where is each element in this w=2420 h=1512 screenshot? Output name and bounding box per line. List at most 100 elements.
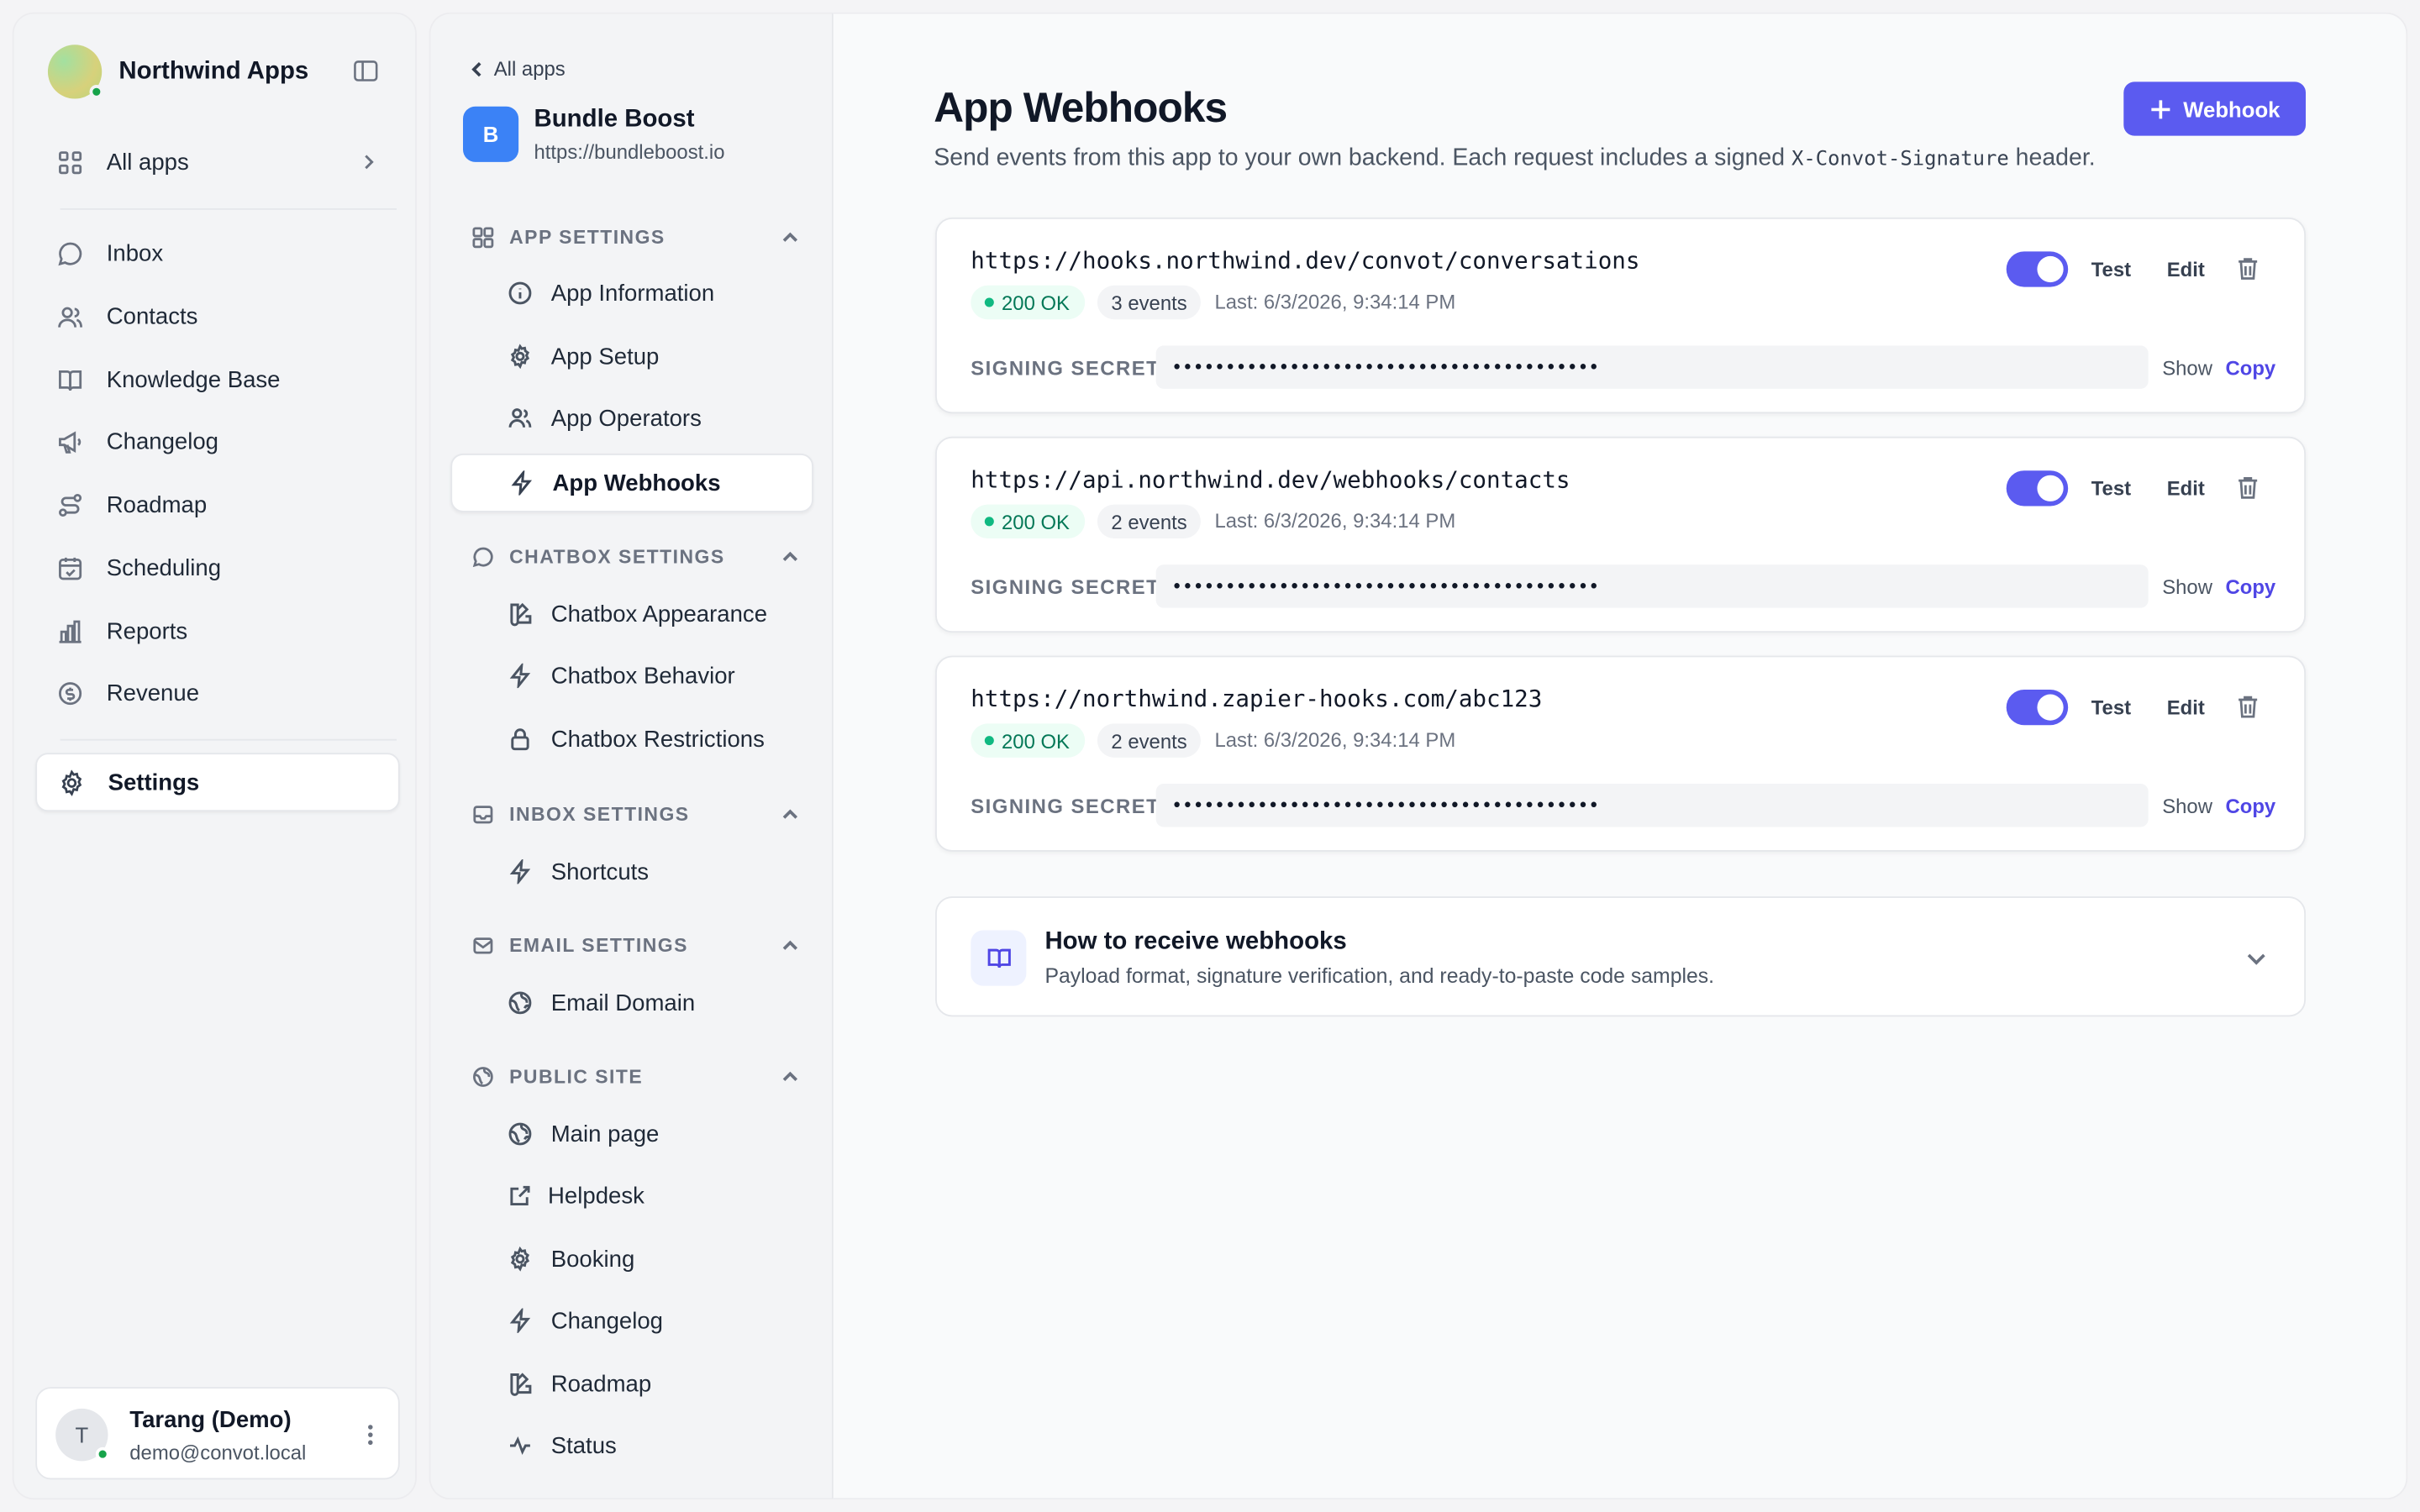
- settings-item-chatbox-appearance[interactable]: Chatbox Appearance: [450, 585, 813, 643]
- enabled-toggle[interactable]: [2006, 470, 2069, 507]
- bar-chart-icon: [59, 619, 82, 643]
- activity-icon: [510, 1436, 530, 1456]
- add-webhook-button[interactable]: Webhook: [2123, 81, 2307, 136]
- copy-secret-button[interactable]: Copy: [2226, 356, 2276, 380]
- events-badge: 3 events: [1097, 285, 1202, 320]
- show-secret-button[interactable]: Show: [2162, 795, 2212, 818]
- events-badge: 2 events: [1097, 723, 1202, 758]
- edit-button[interactable]: Edit: [2167, 258, 2205, 281]
- show-secret-button[interactable]: Show: [2162, 356, 2212, 380]
- chevron-up-icon: [782, 551, 798, 562]
- bolt-icon: [509, 1308, 531, 1333]
- sidebar-item-changelog[interactable]: Changelog: [35, 412, 399, 470]
- settings-item-main-page[interactable]: Main page: [450, 1105, 813, 1163]
- grid-icon: [472, 227, 494, 249]
- test-button[interactable]: Test: [2091, 258, 2131, 281]
- online-dot: [89, 85, 104, 99]
- back-link[interactable]: All apps: [469, 57, 566, 81]
- sidebar-item-settings[interactable]: Settings: [35, 753, 400, 812]
- help-accordion[interactable]: How to receive webhooks Payload format, …: [935, 896, 2307, 1017]
- sidebar-item-contacts[interactable]: Contacts: [35, 287, 399, 346]
- trash-icon[interactable]: [2236, 256, 2260, 281]
- settings-item-label: App Webhooks: [552, 470, 721, 496]
- inbox-icon: [473, 806, 493, 824]
- sidebar-item-scheduling[interactable]: Scheduling: [35, 538, 399, 597]
- sidebar-item-label: Knowledge Base: [106, 366, 281, 393]
- sidebar-item-label: Inbox: [106, 239, 164, 266]
- trash-icon[interactable]: [2236, 695, 2260, 719]
- webhook-card: https://hooks.northwind.dev/convot/conve…: [935, 217, 2307, 414]
- chevron-down-icon[interactable]: [2245, 948, 2267, 969]
- chevron-up-icon: [782, 809, 798, 819]
- sidebar-toggle-icon[interactable]: [354, 60, 378, 82]
- sidebar-item-all-apps[interactable]: All apps: [35, 133, 399, 192]
- settings-panel: All apps B Bundle Boost https://bundlebo…: [429, 12, 834, 1500]
- bolt-icon: [511, 470, 533, 496]
- lock-icon: [511, 728, 529, 751]
- sidebar-item-roadmap[interactable]: Roadmap: [35, 475, 399, 534]
- show-secret-button[interactable]: Show: [2162, 575, 2212, 599]
- sidebar-item-label: All apps: [106, 149, 189, 176]
- bolt-icon: [509, 859, 531, 885]
- sidebar-item-inbox[interactable]: Inbox: [35, 223, 399, 282]
- section-email-settings[interactable]: EMAIL SETTINGS: [472, 933, 799, 958]
- add-webhook-label: Webhook: [2183, 96, 2281, 122]
- divider: [60, 207, 397, 210]
- status-badge: 200 OK: [971, 723, 1086, 758]
- settings-item-chatbox-behavior[interactable]: Chatbox Behavior: [450, 647, 813, 706]
- section-title: APP SETTINGS: [509, 226, 666, 249]
- copy-secret-button[interactable]: Copy: [2226, 795, 2276, 818]
- settings-item-label: App Setup: [550, 343, 660, 370]
- grid-icon: [59, 150, 82, 174]
- settings-item-changelog[interactable]: Changelog: [450, 1291, 813, 1350]
- description-text: header.: [2008, 144, 2096, 171]
- sidebar-item-reports[interactable]: Reports: [35, 601, 399, 660]
- section-inbox-settings[interactable]: INBOX SETTINGS: [472, 802, 799, 827]
- book-open-icon: [986, 948, 1010, 968]
- settings-item-label: Chatbox Restrictions: [550, 726, 765, 753]
- calendar-check-icon: [59, 556, 82, 580]
- webhook-card: https://northwind.zapier-hooks.com/abc12…: [935, 655, 2307, 852]
- enabled-toggle[interactable]: [2006, 251, 2069, 287]
- test-button[interactable]: Test: [2091, 477, 2131, 501]
- test-button[interactable]: Test: [2091, 696, 2131, 719]
- sidebar-item-label: Contacts: [106, 302, 198, 330]
- signing-secret-value: ••••••••••••••••••••••••••••••••••••••••: [1155, 345, 2149, 389]
- settings-item-status[interactable]: Status: [450, 1416, 813, 1475]
- more-vertical-icon[interactable]: [367, 1422, 373, 1446]
- sidebar-item-knowledge-base[interactable]: Knowledge Base: [35, 350, 399, 409]
- help-icon-box: [971, 930, 1027, 986]
- sidebar-item-revenue[interactable]: Revenue: [35, 664, 399, 722]
- section-app-settings[interactable]: APP SETTINGS: [472, 225, 799, 249]
- copy-secret-button[interactable]: Copy: [2226, 575, 2276, 599]
- settings-item-app-information[interactable]: App Information: [450, 264, 813, 323]
- settings-item-booking[interactable]: Booking: [450, 1230, 813, 1289]
- signing-secret-label: SIGNING SECRET: [971, 794, 1160, 818]
- settings-item-app-webhooks[interactable]: App Webhooks: [450, 453, 813, 512]
- settings-item-app-operators[interactable]: App Operators: [450, 389, 813, 448]
- globe-icon: [473, 1067, 493, 1087]
- enabled-toggle[interactable]: [2006, 690, 2069, 726]
- settings-item-label: Helpdesk: [548, 1182, 644, 1210]
- edit-button[interactable]: Edit: [2167, 477, 2205, 501]
- globe-icon: [508, 1122, 532, 1146]
- user-card[interactable]: T Tarang (Demo) demo@convot.local: [35, 1387, 400, 1480]
- settings-item-chatbox-restrictions[interactable]: Chatbox Restrictions: [450, 710, 813, 769]
- settings-item-roadmap[interactable]: Roadmap: [450, 1355, 813, 1414]
- trash-icon[interactable]: [2236, 475, 2260, 500]
- user-name: Tarang (Demo): [129, 1407, 292, 1434]
- section-public-site[interactable]: PUBLIC SITE: [472, 1064, 799, 1089]
- book-icon: [59, 370, 82, 391]
- section-chatbox-settings[interactable]: CHATBOX SETTINGS: [472, 544, 799, 569]
- users-icon: [508, 408, 532, 428]
- settings-item-label: App Operators: [550, 405, 702, 432]
- brand[interactable]: Northwind Apps: [47, 45, 308, 99]
- settings-item-helpdesk[interactable]: Helpdesk: [450, 1167, 813, 1226]
- settings-item-shortcuts[interactable]: Shortcuts: [450, 843, 813, 901]
- help-title: How to receive webhooks: [1044, 928, 1347, 955]
- settings-item-app-setup[interactable]: App Setup: [450, 327, 813, 386]
- edit-button[interactable]: Edit: [2167, 696, 2205, 719]
- settings-item-email-domain[interactable]: Email Domain: [450, 974, 813, 1032]
- globe-icon: [508, 991, 532, 1015]
- section-title: INBOX SETTINGS: [509, 803, 690, 826]
